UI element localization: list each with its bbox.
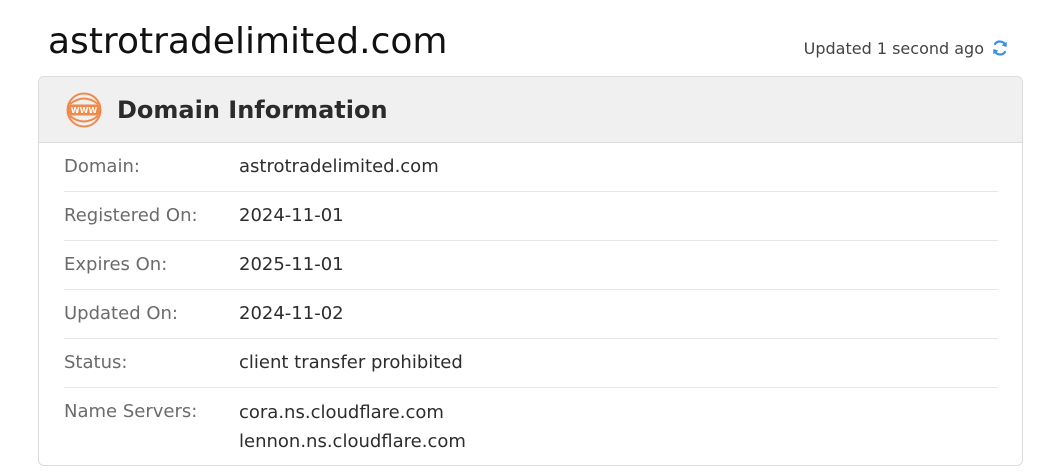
row-value: 2025-11-01	[239, 254, 344, 275]
name-server: lennon.ns.cloudflare.com	[239, 431, 466, 452]
row-expires-on: Expires On: 2025-11-01	[64, 241, 998, 290]
updated-status: Updated 1 second ago	[804, 38, 1010, 58]
row-domain: Domain: astrotradelimited.com	[64, 143, 998, 192]
www-icon: WWW	[66, 92, 102, 127]
row-status: Status: client transfer prohibited	[64, 339, 998, 388]
row-label: Domain:	[64, 156, 140, 177]
row-label: Status:	[64, 352, 128, 373]
row-value: client transfer prohibited	[239, 352, 463, 373]
row-label: Registered On:	[64, 205, 198, 226]
name-server: cora.ns.cloudflare.com	[239, 402, 444, 423]
card-header: WWW Domain Information	[39, 77, 1022, 143]
whois-page: astrotradelimited.com Updated 1 second a…	[0, 0, 1040, 474]
row-value: 2024-11-01	[239, 205, 344, 226]
row-value: astrotradelimited.com	[239, 156, 439, 177]
page-title: astrotradelimited.com	[48, 21, 448, 62]
svg-text:WWW: WWW	[71, 106, 98, 115]
row-updated-on: Updated On: 2024-11-02	[64, 290, 998, 339]
row-registered-on: Registered On: 2024-11-01	[64, 192, 998, 241]
row-name-servers: Name Servers: cora.ns.cloudflare.com len…	[64, 388, 998, 456]
refresh-icon[interactable]	[990, 38, 1010, 58]
row-label: Expires On:	[64, 254, 168, 275]
row-value: cora.ns.cloudflare.com lennon.ns.cloudfl…	[239, 388, 466, 456]
card-title: Domain Information	[117, 95, 388, 124]
updated-text: Updated 1 second ago	[803, 38, 984, 58]
row-label: Name Servers:	[64, 401, 198, 422]
row-label: Updated On:	[64, 303, 178, 324]
domain-info-rows: Domain: astrotradelimited.com Registered…	[39, 143, 1022, 456]
row-value: 2024-11-02	[239, 303, 344, 324]
domain-information-card: WWW Domain Information Domain: astrotrad…	[38, 76, 1023, 466]
